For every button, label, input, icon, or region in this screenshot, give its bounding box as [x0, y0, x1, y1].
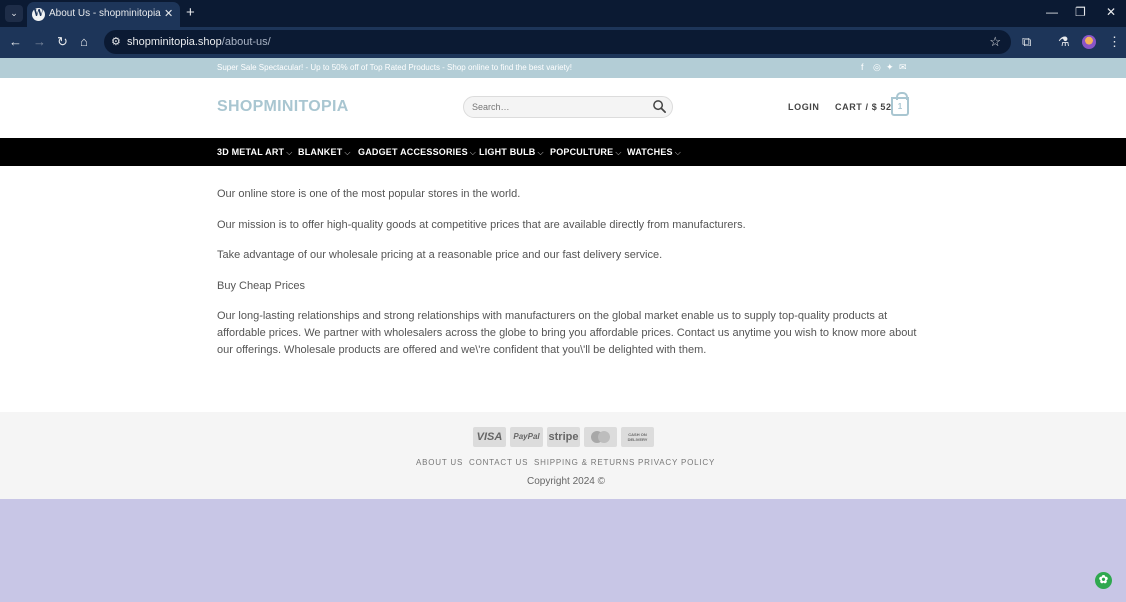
puzzle-icon[interactable]: ⧉: [1022, 34, 1031, 50]
nav-item-popculture[interactable]: POPCULTURE ⌵: [550, 147, 622, 158]
back-arrow-icon[interactable]: ←: [9, 34, 22, 49]
kebab-menu-icon[interactable]: ⋮: [1108, 34, 1121, 50]
flask-icon[interactable]: ⚗: [1058, 34, 1070, 50]
login-link[interactable]: LOGIN: [788, 102, 820, 112]
paragraph: Our long-lasting relationships and stron…: [217, 310, 917, 356]
paragraph: Our online store is one of the most popu…: [217, 188, 521, 200]
nav-item-3d-metal-art[interactable]: 3D METAL ART ⌵: [217, 147, 293, 158]
nav-item-gadget-accessories[interactable]: GADGET ACCESSORIES ⌵: [358, 147, 476, 158]
wordpress-icon: W: [32, 8, 45, 21]
nav-item-watches[interactable]: WATCHES ⌵: [627, 147, 681, 158]
footer-link-privacy-policy[interactable]: PRIVACY POLICY: [638, 458, 715, 467]
chevron-down-icon: ⌵: [537, 148, 544, 157]
paragraph: Buy Cheap Prices: [217, 280, 306, 292]
minimize-icon[interactable]: —: [1046, 5, 1058, 19]
search-placeholder: Search…: [472, 102, 510, 112]
main-nav: 3D METAL ART ⌵ BLANKET ⌵ GADGET ACCESSORIE…: [0, 138, 1126, 166]
footer-link-shipping-returns[interactable]: SHIPPING & RETURNS: [534, 458, 635, 467]
cart-link[interactable]: CART / $ 52: [835, 102, 892, 112]
browser-toolbar: ← → ↻ ⌂ ⚙ shopminitopia.shop/about-us/ ☆…: [0, 27, 1126, 58]
twitter-icon[interactable]: ✦: [886, 62, 894, 73]
instagram-icon[interactable]: ◎: [873, 62, 881, 73]
site-logo[interactable]: SHOPMINITOPIA: [217, 98, 349, 116]
cash-on-delivery-icon: CASH ON DELIVERY: [621, 427, 654, 447]
footer-link-contact-us[interactable]: CONTACT US: [469, 458, 528, 467]
site-header: SHOPMINITOPIA Search… LOGIN CART / $ 52 …: [0, 78, 1126, 138]
chevron-down-icon[interactable]: ⌄: [5, 5, 23, 22]
accessibility-icon[interactable]: ✿: [1095, 572, 1112, 589]
footer-link-about-us[interactable]: ABOUT US: [416, 458, 463, 467]
stripe-icon: stripe: [547, 427, 580, 447]
close-icon[interactable]: ✕: [1106, 5, 1116, 19]
paragraph: Our mission is to offer high-quality goo…: [217, 219, 746, 231]
star-icon[interactable]: ☆: [989, 34, 1001, 50]
nav-item-light-bulb[interactable]: LIGHT BULB ⌵: [479, 147, 544, 158]
browser-tab[interactable]: W About Us - shopminitopia ✕: [27, 2, 180, 27]
visa-icon: VISA: [473, 427, 506, 447]
web-page: Super Sale Spectacular! - Up to 50% off …: [0, 58, 1126, 602]
close-icon[interactable]: ✕: [164, 7, 173, 20]
paragraph: Take advantage of our wholesale pricing …: [217, 249, 663, 261]
cart-bag-icon[interactable]: 1: [891, 92, 909, 116]
promo-text: Super Sale Spectacular! - Up to 50% off …: [217, 63, 573, 72]
promo-bar: Super Sale Spectacular! - Up to 50% off …: [0, 58, 1126, 78]
chevron-down-icon: ⌵: [615, 148, 622, 157]
paypal-icon: PayPal: [510, 427, 543, 447]
email-icon[interactable]: ✉: [899, 62, 907, 73]
nav-item-blanket[interactable]: BLANKET ⌵: [298, 147, 351, 158]
address-bar[interactable]: ⚙ shopminitopia.shop/about-us/ ☆: [104, 30, 1011, 54]
search-input[interactable]: Search…: [463, 96, 673, 118]
browser-tab-strip: ⌄ W About Us - shopminitopia ✕ + — ❐ ✕: [0, 0, 1126, 27]
tune-icon[interactable]: ⚙: [111, 35, 121, 48]
chevron-down-icon: ⌵: [674, 148, 681, 157]
mastercard-icon: [584, 427, 617, 447]
restore-icon[interactable]: ❐: [1075, 5, 1086, 19]
chevron-down-icon: ⌵: [286, 148, 293, 157]
forward-arrow-icon[interactable]: →: [33, 34, 46, 49]
url-text[interactable]: shopminitopia.shop/about-us/: [127, 36, 271, 48]
tab-title: About Us - shopminitopia: [49, 8, 161, 19]
chevron-down-icon: ⌵: [469, 148, 477, 157]
profile-avatar[interactable]: [1082, 35, 1096, 49]
copyright-text: Copyright 2024 ©: [527, 476, 605, 487]
site-footer: VISA PayPal stripe CASH ON DELIVERY ABOU…: [0, 412, 1126, 499]
reload-icon[interactable]: ↻: [57, 34, 68, 50]
facebook-icon[interactable]: f: [861, 62, 864, 72]
about-content: Our online store is one of the most popu…: [0, 166, 1126, 412]
plus-icon[interactable]: +: [186, 4, 195, 21]
home-icon[interactable]: ⌂: [80, 34, 88, 49]
chevron-down-icon: ⌵: [344, 148, 351, 157]
search-icon[interactable]: [652, 99, 667, 114]
